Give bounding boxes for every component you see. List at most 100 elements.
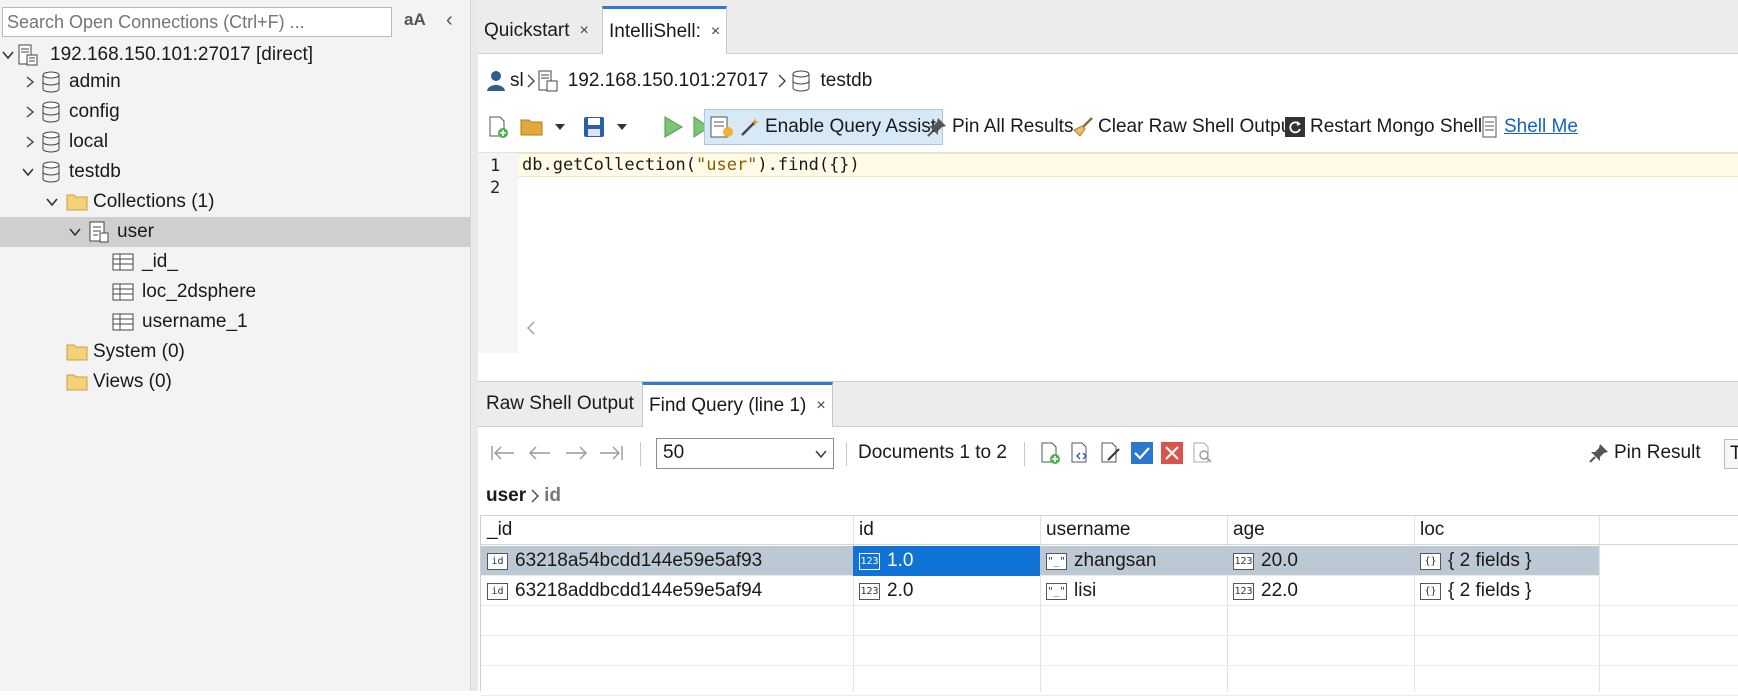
new-script-button[interactable] [486, 106, 510, 148]
database-icon [791, 70, 811, 92]
run-all-button[interactable] [662, 106, 684, 148]
shell-menu-label[interactable]: Shell Me [1504, 116, 1578, 138]
column-header-username[interactable]: username [1040, 516, 1227, 545]
tree-node-label: 192.168.150.101:27017 [direct] [50, 44, 314, 65]
restart-mongo-shell-button[interactable]: Restart Mongo Shell [1284, 106, 1482, 148]
table-cell[interactable]: "_" lisi [1040, 576, 1227, 606]
table-cell[interactable]: id 63218a54bcdd144e59e5af93 [481, 546, 853, 576]
breadcrumb-server[interactable]: 192.168.150.101:27017 [568, 70, 769, 92]
column-header-age[interactable]: age [1227, 516, 1414, 545]
breadcrumb-user[interactable]: sl [510, 70, 524, 92]
tree-node-index-username[interactable]: username_1 [0, 307, 470, 337]
code-editor[interactable]: 1 2 db.getCollection("user").find({}) [478, 152, 1738, 353]
table-row[interactable]: id 63218addbcdd144e59e5af94 123 2.0 "_" … [481, 576, 1738, 606]
tree-node-server[interactable]: 192.168.150.101:27017 [direct] [0, 40, 470, 70]
page-size-select[interactable]: 50 [656, 438, 834, 469]
tab-label: IntelliShell: [609, 20, 701, 42]
collection-icon [89, 217, 109, 247]
view-mode-dropdown[interactable]: T [1724, 439, 1738, 469]
table-row[interactable]: id 63218a54bcdd144e59e5af93 123 1.0 "_" … [481, 546, 1599, 576]
add-document-icon [1038, 441, 1062, 465]
toolbar-divider [1024, 442, 1025, 466]
tree-node-database-local[interactable]: local [0, 127, 470, 157]
chevron-down-icon[interactable] [46, 187, 58, 217]
breadcrumb-database[interactable]: testdb [821, 70, 873, 92]
column-header-loc[interactable]: loc [1414, 516, 1599, 545]
save-button[interactable] [582, 106, 628, 148]
tree-node-system-folder[interactable]: System (0) [0, 337, 470, 367]
add-document-button[interactable] [1038, 432, 1062, 474]
delete-document-button[interactable] [1160, 432, 1184, 474]
query-assist-icon [709, 114, 735, 140]
next-page-button[interactable] [564, 432, 588, 474]
pin-result-button[interactable]: Pin Result [1588, 432, 1701, 474]
line-number: 2 [490, 178, 501, 198]
column-header-empty [1599, 516, 1738, 545]
table-cell[interactable]: id 63218addbcdd144e59e5af94 [481, 576, 853, 606]
edit-document-button[interactable] [1098, 432, 1122, 474]
table-cell[interactable]: {} { 2 fields } [1414, 546, 1599, 576]
empty-row [481, 666, 1738, 696]
tree-node-label: _id_ [142, 251, 178, 272]
tab-quickstart[interactable]: Quickstart × [478, 8, 595, 54]
tree-node-index-id[interactable]: _id_ [0, 247, 470, 277]
column-header-_id[interactable]: _id [481, 516, 853, 545]
tree-node-collection-user[interactable]: user [0, 217, 470, 247]
enable-query-assist-button[interactable]: Enable Query Assist [704, 109, 944, 145]
tree-node-index-loc[interactable]: loc_2dsphere [0, 277, 470, 307]
previous-page-button[interactable] [528, 432, 552, 474]
chevron-right-icon[interactable] [24, 67, 36, 97]
table-cell[interactable]: 123 22.0 [1227, 576, 1414, 606]
table-cell[interactable]: 123 2.0 [853, 576, 1040, 606]
results-grid[interactable]: _id id username age loc id 63218a54bcdd1… [480, 515, 1738, 696]
match-case-toggle[interactable]: aA [404, 10, 426, 30]
chevron-down-icon[interactable] [69, 217, 81, 247]
code-line-1[interactable]: db.getCollection("user").find({}) [522, 155, 860, 175]
chevron-right-icon[interactable] [24, 127, 36, 157]
tab-raw-shell-output[interactable]: Raw Shell Output [480, 382, 640, 426]
object-type-icon: {} [1420, 582, 1441, 600]
table-cell-selected[interactable]: 123 1.0 [853, 546, 1040, 576]
tree-node-label: loc_2dsphere [142, 281, 257, 302]
chevron-down-icon[interactable] [2, 40, 14, 70]
scroll-left-icon[interactable] [526, 321, 536, 335]
tree-node-database-config[interactable]: config [0, 97, 470, 127]
search-documents-button[interactable] [1190, 432, 1214, 474]
column-header-label: loc [1420, 519, 1445, 540]
last-page-button[interactable] [598, 432, 624, 474]
close-icon[interactable]: × [711, 23, 720, 41]
pane-splitter[interactable] [470, 0, 478, 691]
dropdown-arrow-icon[interactable] [554, 123, 566, 131]
close-icon[interactable]: × [816, 397, 825, 415]
path-field[interactable]: id [544, 485, 561, 507]
search-connections-input[interactable] [2, 7, 392, 37]
query-assist-label: Enable Query Assist [765, 116, 937, 137]
table-cell[interactable]: "_" zhangsan [1040, 546, 1227, 576]
first-page-button[interactable] [490, 432, 516, 474]
tree-node-database-testdb[interactable]: testdb [0, 157, 470, 187]
pin-all-results-button[interactable]: Pin All Results [926, 106, 1073, 148]
chevron-down-icon[interactable] [22, 157, 34, 187]
code-token: db.getCollection( [522, 155, 696, 175]
tab-find-query[interactable]: Find Query (line 1) × [642, 382, 833, 427]
cell-value: { 2 fields } [1448, 580, 1532, 601]
shell-menu-link[interactable]: Shell Me [1482, 106, 1578, 148]
dropdown-arrow-icon[interactable] [616, 123, 628, 131]
cell-value: 63218a54bcdd144e59e5af93 [515, 550, 763, 571]
path-collection[interactable]: user [486, 485, 526, 507]
column-header-id[interactable]: id [853, 516, 1040, 545]
tree-node-database-admin[interactable]: admin [0, 67, 470, 97]
table-cell[interactable]: {} { 2 fields } [1414, 576, 1599, 606]
clear-raw-shell-output-button[interactable]: Clear Raw Shell Output [1072, 106, 1297, 148]
tab-intellishell[interactable]: IntelliShell: × [602, 6, 728, 54]
tree-node-views-folder[interactable]: Views (0) [0, 367, 470, 397]
collapse-pane-button[interactable]: ‹ [446, 9, 453, 32]
close-icon[interactable]: × [580, 22, 589, 40]
table-cell[interactable]: 123 20.0 [1227, 546, 1414, 576]
tree-node-collections-folder[interactable]: Collections (1) [0, 187, 470, 217]
line-number-gutter: 1 2 [478, 153, 518, 353]
view-json-button[interactable] [1068, 432, 1092, 474]
validate-button[interactable] [1130, 432, 1154, 474]
chevron-right-icon[interactable] [24, 97, 36, 127]
open-button[interactable] [520, 106, 566, 148]
